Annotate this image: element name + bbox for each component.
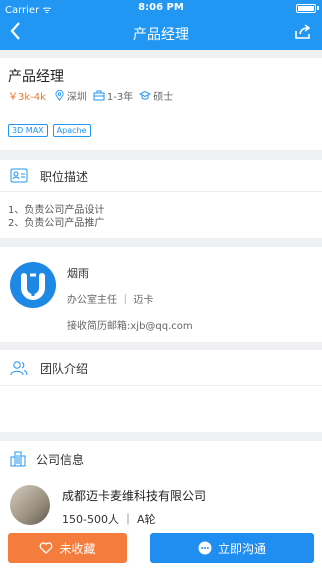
briefcase-icon	[93, 90, 105, 101]
section-header: 团队介绍	[0, 350, 322, 386]
section-header: 职位描述	[0, 160, 322, 192]
share-button[interactable]	[294, 24, 312, 40]
chat-label: 立即沟通	[217, 541, 266, 556]
section-title: 公司信息	[36, 453, 85, 467]
heart-icon	[40, 542, 53, 554]
nav-bar: 产品经理	[0, 16, 322, 50]
id-card-icon	[10, 168, 28, 183]
location-icon	[55, 90, 64, 101]
skill-tag: Apache	[52, 124, 91, 137]
description-line: 1、负责公司产品设计	[8, 205, 105, 216]
battery-icon	[296, 4, 316, 13]
recruiter-email: 接收简历邮箱:xjb@qq.com	[67, 321, 193, 332]
experience: 1-3年	[106, 92, 134, 103]
recruiter-name: 烟雨	[67, 267, 89, 280]
page-title: 产品经理	[133, 27, 189, 43]
chat-now-button[interactable]: 立即沟通	[150, 533, 314, 563]
section-header: 公司信息	[0, 441, 322, 477]
skill-tag: 3D MAX	[8, 124, 48, 137]
education-cap-icon	[139, 90, 152, 100]
company-logo-icon	[21, 273, 45, 300]
favorite-button[interactable]: 未收藏	[8, 533, 127, 563]
chat-bubble-icon	[198, 541, 212, 555]
bottom-action-bar: 未收藏 立即沟通	[0, 531, 322, 571]
favorite-label: 未收藏	[59, 541, 96, 556]
job-description-card: 职位描述 1、负责公司产品设计 2、负责公司产品推广	[0, 160, 322, 238]
location: 深圳	[66, 92, 87, 103]
section-title: 团队介绍	[40, 362, 89, 376]
share-icon	[295, 24, 311, 39]
recruiter-role: 办公室主任 ｜ 迈卡	[67, 295, 154, 306]
description-text: 1、负责公司产品设计 2、负责公司产品推广	[8, 204, 104, 230]
company-name: 成都迈卡麦维科技有限公司	[62, 489, 207, 503]
status-bar: Carrier ᯤ 8:06 PM	[0, 0, 322, 16]
description-line: 2、负责公司产品推广	[8, 218, 105, 229]
job-title: 产品经理	[8, 69, 64, 85]
job-meta: ￥3k-4k 深圳 1-3年 硕士	[8, 88, 179, 103]
clock: 8:06 PM	[138, 2, 184, 13]
company-meta: 150-500人 ｜ A轮	[62, 513, 156, 526]
section-title: 职位描述	[40, 170, 89, 184]
education: 硕士	[153, 92, 174, 103]
recruiter-card[interactable]: 烟雨 办公室主任 ｜ 迈卡 接收简历邮箱:xjb@qq.com	[0, 247, 322, 342]
skill-tags: 3D MAX Apache	[8, 124, 96, 137]
company-avatar	[10, 485, 50, 525]
job-summary-card: 产品经理 ￥3k-4k 深圳 1-3年 硕士 3D MAX Apache	[0, 58, 322, 150]
company-logo	[10, 262, 56, 308]
company-info-card[interactable]: 公司信息 成都迈卡麦维科技有限公司 150-500人 ｜ A轮	[0, 441, 322, 531]
salary: ￥3k-4k	[8, 92, 46, 103]
team-icon	[10, 361, 28, 376]
building-icon	[10, 451, 26, 467]
team-intro-card: 团队介绍	[0, 350, 322, 432]
